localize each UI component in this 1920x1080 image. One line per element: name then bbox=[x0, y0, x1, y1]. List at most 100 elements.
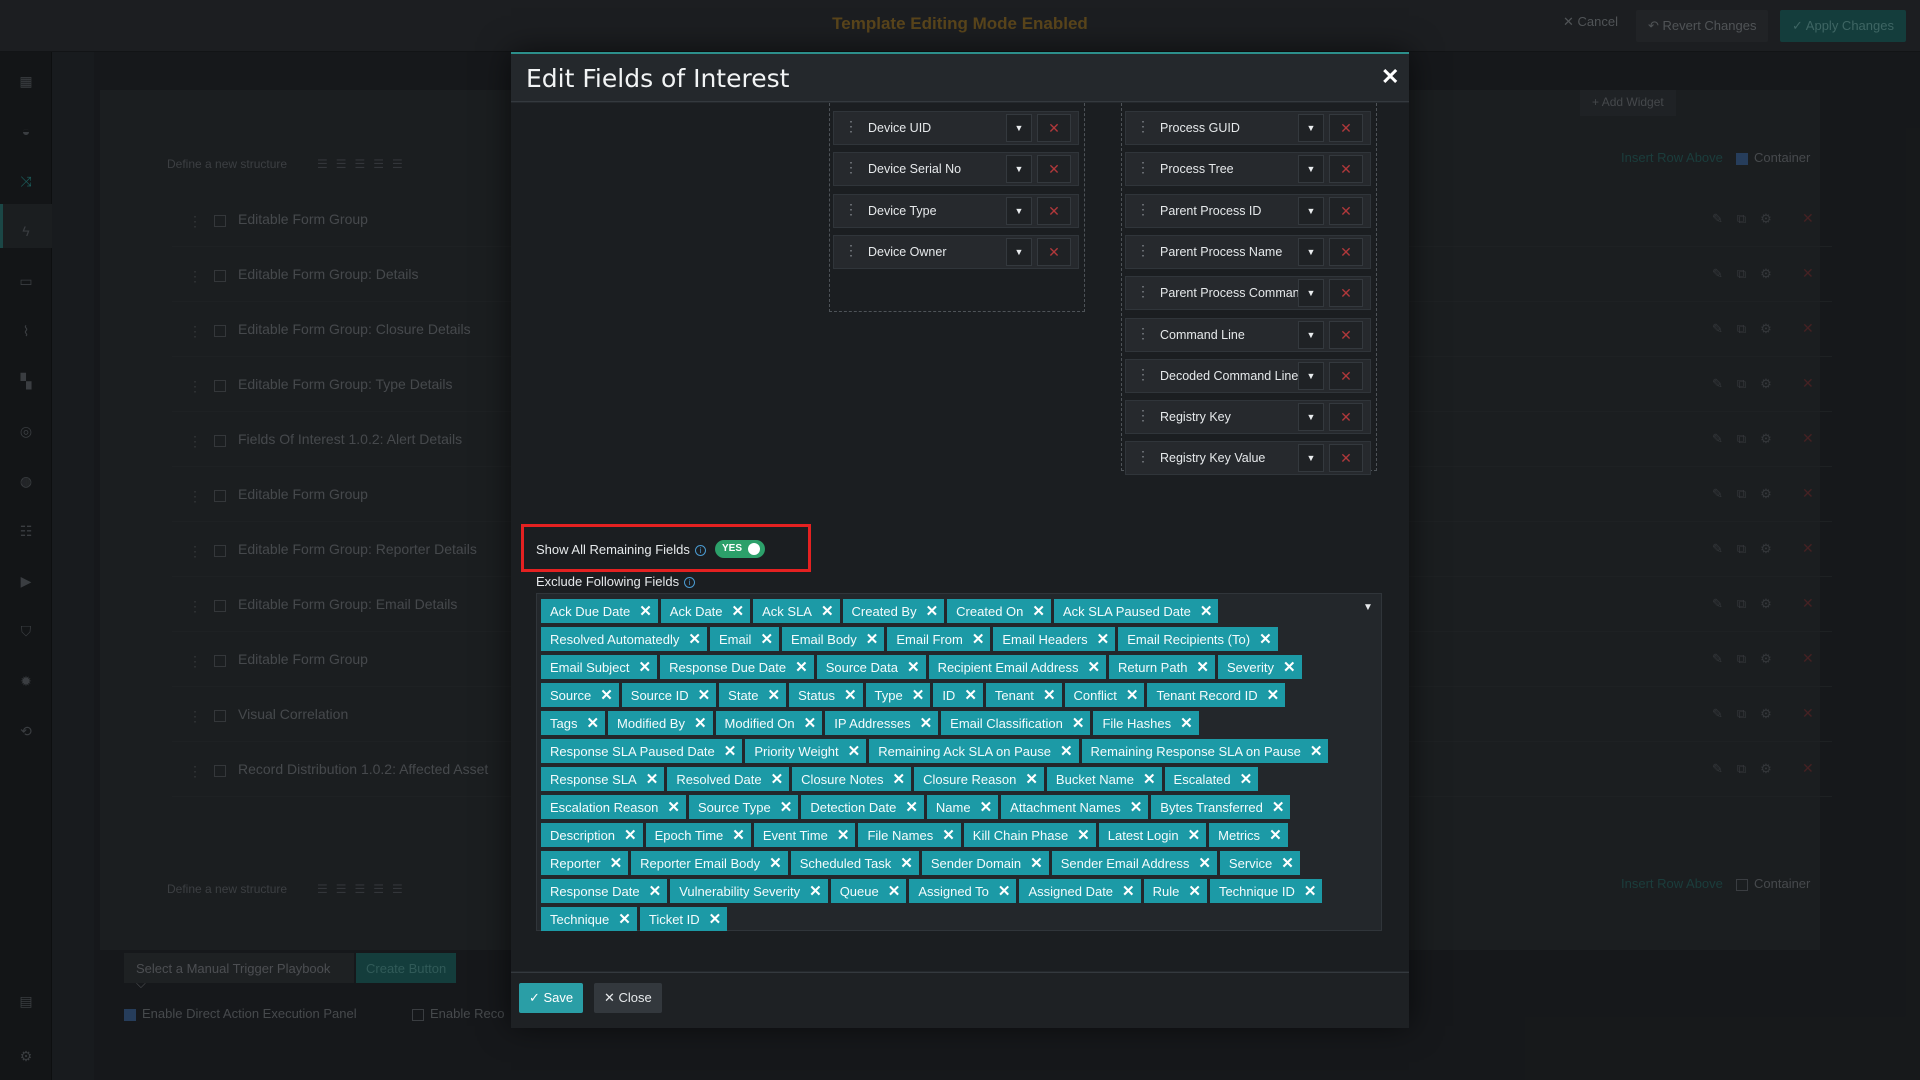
remove-tag-icon[interactable]: ✕ bbox=[1072, 714, 1085, 732]
remove-tag-icon[interactable]: ✕ bbox=[888, 882, 901, 900]
remove-tag-icon[interactable]: ✕ bbox=[732, 602, 745, 620]
info-icon[interactable]: i bbox=[694, 545, 706, 557]
remove-field-icon[interactable]: ✕ bbox=[1329, 444, 1363, 473]
field-row[interactable]: ⋮ Process Tree ▼ ✕ bbox=[1125, 152, 1371, 187]
chevron-down-icon[interactable]: ▼ bbox=[1298, 155, 1324, 184]
remove-tag-icon[interactable]: ✕ bbox=[1097, 630, 1110, 648]
remove-field-icon[interactable]: ✕ bbox=[1037, 155, 1071, 184]
remove-tag-icon[interactable]: ✕ bbox=[698, 686, 711, 704]
remove-tag-icon[interactable]: ✕ bbox=[942, 826, 955, 844]
remove-tag-icon[interactable]: ✕ bbox=[771, 770, 784, 788]
exclude-fields-select[interactable]: Ack Due Date ✕ Ack Date ✕ Ack SLA ✕ Created By… bbox=[536, 593, 1382, 931]
remove-field-icon[interactable]: ✕ bbox=[1329, 279, 1363, 308]
drag-handle-icon[interactable]: ⋮ bbox=[1136, 448, 1150, 465]
remove-tag-icon[interactable]: ✕ bbox=[821, 602, 834, 620]
chevron-down-icon[interactable]: ▼ bbox=[1298, 196, 1324, 225]
remove-tag-icon[interactable]: ✕ bbox=[1130, 798, 1143, 816]
remove-tag-icon[interactable]: ✕ bbox=[624, 826, 637, 844]
remove-tag-icon[interactable]: ✕ bbox=[1272, 798, 1285, 816]
remove-tag-icon[interactable]: ✕ bbox=[809, 882, 822, 900]
remove-field-icon[interactable]: ✕ bbox=[1329, 361, 1363, 390]
remove-tag-icon[interactable]: ✕ bbox=[1267, 686, 1280, 704]
remove-tag-icon[interactable]: ✕ bbox=[905, 798, 918, 816]
chevron-down-icon[interactable]: ▼ bbox=[1363, 602, 1373, 613]
remove-tag-icon[interactable]: ✕ bbox=[1143, 770, 1156, 788]
remove-tag-icon[interactable]: ✕ bbox=[1087, 658, 1100, 676]
chevron-down-icon[interactable]: ▼ bbox=[1006, 114, 1032, 142]
field-row[interactable]: ⋮ Parent Process Name ▼ ✕ bbox=[1125, 234, 1371, 269]
remove-tag-icon[interactable]: ✕ bbox=[649, 882, 662, 900]
drag-handle-icon[interactable]: ⋮ bbox=[1136, 201, 1150, 218]
close-icon[interactable]: ✕ bbox=[1381, 64, 1399, 90]
remove-tag-icon[interactable]: ✕ bbox=[709, 910, 722, 928]
chevron-down-icon[interactable]: ▼ bbox=[1006, 237, 1032, 266]
drag-handle-icon[interactable]: ⋮ bbox=[1136, 325, 1150, 342]
remove-tag-icon[interactable]: ✕ bbox=[926, 602, 939, 620]
remove-tag-icon[interactable]: ✕ bbox=[760, 630, 773, 648]
remove-tag-icon[interactable]: ✕ bbox=[1196, 658, 1209, 676]
chevron-down-icon[interactable]: ▼ bbox=[1298, 237, 1324, 266]
remove-tag-icon[interactable]: ✕ bbox=[600, 686, 613, 704]
remove-field-icon[interactable]: ✕ bbox=[1037, 196, 1071, 225]
remove-tag-icon[interactable]: ✕ bbox=[610, 854, 623, 872]
remove-tag-icon[interactable]: ✕ bbox=[768, 686, 781, 704]
drag-handle-icon[interactable]: ⋮ bbox=[1136, 407, 1150, 424]
close-button[interactable]: ✕ Close bbox=[594, 983, 662, 1013]
chevron-down-icon[interactable]: ▼ bbox=[1298, 320, 1324, 349]
remove-tag-icon[interactable]: ✕ bbox=[1077, 826, 1090, 844]
field-row[interactable]: ⋮ Parent Process ID ▼ ✕ bbox=[1125, 193, 1371, 228]
remove-field-icon[interactable]: ✕ bbox=[1329, 196, 1363, 225]
chevron-down-icon[interactable]: ▼ bbox=[1298, 403, 1324, 432]
remove-tag-icon[interactable]: ✕ bbox=[1043, 686, 1056, 704]
field-row[interactable]: ⋮ Device Serial No ▼ ✕ bbox=[833, 152, 1079, 187]
remove-tag-icon[interactable]: ✕ bbox=[667, 798, 680, 816]
remove-tag-icon[interactable]: ✕ bbox=[920, 714, 933, 732]
remove-tag-icon[interactable]: ✕ bbox=[769, 854, 782, 872]
remove-tag-icon[interactable]: ✕ bbox=[1281, 854, 1294, 872]
remove-field-icon[interactable]: ✕ bbox=[1037, 114, 1071, 142]
drag-handle-icon[interactable]: ⋮ bbox=[1136, 159, 1150, 176]
remove-tag-icon[interactable]: ✕ bbox=[964, 686, 977, 704]
remove-tag-icon[interactable]: ✕ bbox=[732, 826, 745, 844]
remove-field-icon[interactable]: ✕ bbox=[1329, 403, 1363, 432]
save-button[interactable]: ✓ Save bbox=[519, 983, 584, 1013]
remove-tag-icon[interactable]: ✕ bbox=[1304, 882, 1317, 900]
field-row[interactable]: ⋮ Decoded Command Line ▼ ✕ bbox=[1125, 358, 1371, 393]
remove-tag-icon[interactable]: ✕ bbox=[795, 658, 808, 676]
remove-tag-icon[interactable]: ✕ bbox=[1200, 602, 1213, 620]
field-row[interactable]: ⋮ Registry Key Value ▼ ✕ bbox=[1125, 441, 1371, 476]
remove-field-icon[interactable]: ✕ bbox=[1329, 155, 1363, 184]
remove-tag-icon[interactable]: ✕ bbox=[1126, 686, 1139, 704]
field-row[interactable]: ⋮ Device UID ▼ ✕ bbox=[833, 111, 1079, 145]
remove-tag-icon[interactable]: ✕ bbox=[866, 630, 879, 648]
remove-tag-icon[interactable]: ✕ bbox=[694, 714, 707, 732]
remove-tag-icon[interactable]: ✕ bbox=[1030, 854, 1043, 872]
field-row[interactable]: ⋮ Registry Key ▼ ✕ bbox=[1125, 400, 1371, 435]
remove-tag-icon[interactable]: ✕ bbox=[844, 686, 857, 704]
remove-tag-icon[interactable]: ✕ bbox=[1269, 826, 1282, 844]
remove-tag-icon[interactable]: ✕ bbox=[1283, 658, 1296, 676]
remove-tag-icon[interactable]: ✕ bbox=[724, 742, 737, 760]
remove-tag-icon[interactable]: ✕ bbox=[1025, 770, 1038, 788]
remove-field-icon[interactable]: ✕ bbox=[1329, 114, 1363, 142]
remove-tag-icon[interactable]: ✕ bbox=[1188, 826, 1201, 844]
remove-tag-icon[interactable]: ✕ bbox=[980, 798, 993, 816]
remove-tag-icon[interactable]: ✕ bbox=[1259, 630, 1272, 648]
field-row[interactable]: ⋮ Process GUID ▼ ✕ bbox=[1125, 111, 1371, 145]
remove-tag-icon[interactable]: ✕ bbox=[1032, 602, 1045, 620]
drag-handle-icon[interactable]: ⋮ bbox=[1136, 242, 1150, 259]
remove-tag-icon[interactable]: ✕ bbox=[912, 686, 925, 704]
remove-field-icon[interactable]: ✕ bbox=[1037, 237, 1071, 266]
remove-tag-icon[interactable]: ✕ bbox=[646, 770, 659, 788]
remove-tag-icon[interactable]: ✕ bbox=[900, 854, 913, 872]
remove-tag-icon[interactable]: ✕ bbox=[837, 826, 850, 844]
remove-tag-icon[interactable]: ✕ bbox=[688, 630, 701, 648]
remove-tag-icon[interactable]: ✕ bbox=[1188, 882, 1201, 900]
drag-handle-icon[interactable]: ⋮ bbox=[844, 242, 858, 259]
chevron-down-icon[interactable]: ▼ bbox=[1006, 155, 1032, 184]
remove-tag-icon[interactable]: ✕ bbox=[1240, 770, 1253, 788]
remove-tag-icon[interactable]: ✕ bbox=[907, 658, 920, 676]
field-row[interactable]: ⋮ Parent Process Command Line▼✕ bbox=[1125, 276, 1371, 311]
drag-handle-icon[interactable]: ⋮ bbox=[1136, 366, 1150, 383]
remove-tag-icon[interactable]: ✕ bbox=[639, 602, 652, 620]
